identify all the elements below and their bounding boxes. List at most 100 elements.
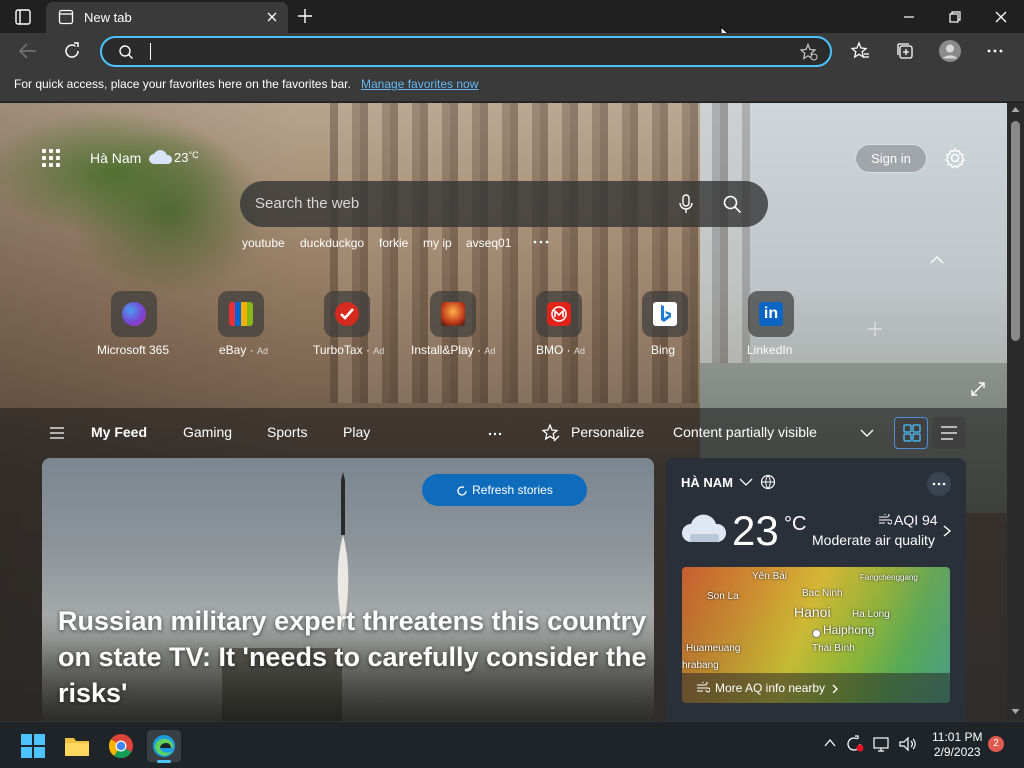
microphone-icon[interactable]	[678, 194, 694, 214]
new-tab-button[interactable]	[296, 7, 314, 25]
quick-link-label-text: Install&Play	[411, 343, 474, 357]
chevron-right-icon[interactable]	[942, 524, 952, 538]
notification-badge[interactable]: 2	[988, 736, 1004, 752]
personalize-button[interactable]: Personalize	[571, 424, 644, 440]
more-tabs-icon[interactable]	[488, 432, 502, 436]
clock-date: 2/9/2023	[933, 745, 981, 759]
air-quality-map[interactable]: Yên Bái Bac Ninh Fangchenggang Son La Ha…	[682, 567, 950, 703]
chevron-right-icon	[831, 683, 839, 695]
sign-in-button[interactable]: Sign in	[855, 144, 927, 173]
weather-location[interactable]: Hà Nam	[90, 150, 141, 166]
weather-card-unit: °C	[784, 513, 807, 535]
map-label: Hanoi	[794, 604, 831, 620]
chrome-icon[interactable]	[104, 730, 138, 762]
tab-actions-icon[interactable]	[14, 8, 32, 26]
refresh-icon	[456, 485, 468, 497]
quick-link-bing[interactable]	[642, 291, 688, 337]
chevron-down-icon[interactable]	[738, 475, 754, 489]
close-window-button[interactable]	[993, 9, 1009, 25]
suggestion-chip[interactable]: my ip	[423, 236, 452, 250]
manage-favorites-link[interactable]: Manage favorites now	[361, 77, 478, 91]
microsoft365-icon	[122, 302, 146, 326]
edge-icon[interactable]	[147, 730, 181, 763]
add-favorite-icon[interactable]	[800, 43, 818, 61]
weather-card-location[interactable]: HÀ NAM	[681, 475, 733, 490]
add-shortcut-icon[interactable]	[866, 320, 884, 338]
content-visibility-select[interactable]: Content partially visible	[673, 424, 817, 440]
profile-avatar[interactable]	[939, 40, 961, 62]
apps-launcher-icon[interactable]	[42, 149, 62, 169]
map-label: Haiphong	[823, 623, 875, 637]
tab-play[interactable]: Play	[343, 424, 370, 440]
settings-more-icon[interactable]	[986, 42, 1004, 60]
collections-icon[interactable]	[895, 41, 915, 61]
quick-link-label-text: LinkedIn	[747, 343, 793, 357]
tab-my-feed[interactable]: My Feed	[91, 424, 147, 440]
weather-more-button[interactable]	[927, 472, 951, 496]
ad-badge: Ad	[257, 346, 269, 356]
more-aq-link[interactable]: More AQ info nearby	[682, 673, 950, 703]
quick-link-microsoft365[interactable]	[111, 291, 157, 337]
tab-sports[interactable]: Sports	[267, 424, 307, 440]
suggestion-chip[interactable]: duckduckgo	[300, 236, 364, 250]
system-clock[interactable]: 11:01 PM 2/9/2023	[932, 730, 982, 760]
suggestion-chip[interactable]: youtube	[242, 236, 285, 250]
globe-icon[interactable]	[760, 474, 776, 490]
scroll-up-icon[interactable]	[1011, 106, 1020, 113]
clock-time: 11:01 PM	[932, 730, 983, 744]
quick-link-label: Install&Play · Ad	[411, 343, 496, 357]
refresh-stories-button[interactable]: Refresh stories	[422, 474, 587, 506]
volume-icon[interactable]	[898, 735, 918, 753]
quick-link-turbotax[interactable]	[324, 291, 370, 337]
page-settings-icon[interactable]	[944, 147, 966, 169]
quick-link-label: Microsoft 365	[97, 343, 169, 357]
tab-gaming[interactable]: Gaming	[183, 424, 232, 440]
new-tab-page-icon	[58, 9, 74, 25]
page-scrollbar[interactable]	[1007, 103, 1024, 721]
map-label: Ha Long	[852, 609, 890, 620]
file-explorer-icon[interactable]	[60, 730, 94, 762]
scrollbar-thumb[interactable]	[1011, 121, 1020, 341]
expand-background-icon[interactable]	[970, 381, 986, 397]
favorites-message: For quick access, place your favorites h…	[14, 77, 351, 91]
ad-badge: Ad	[373, 346, 385, 356]
news-headline[interactable]: Russian military expert threatens this c…	[58, 603, 648, 711]
address-bar[interactable]	[100, 36, 832, 67]
update-icon[interactable]	[845, 735, 865, 753]
network-icon[interactable]	[872, 735, 892, 753]
weather-temp-value: 23	[174, 150, 189, 165]
weather-card[interactable]: HÀ NAM 23 °C AQI 94 Moderate air quality…	[666, 458, 966, 721]
title-bar: New tab	[0, 0, 1024, 46]
search-icon	[118, 44, 134, 60]
back-button[interactable]	[18, 42, 38, 60]
show-hidden-icons-icon[interactable]	[823, 737, 837, 749]
map-label: Thái Bình	[812, 643, 855, 654]
map-label: Fangchenggang	[860, 573, 918, 582]
favorites-icon[interactable]	[850, 41, 870, 61]
favorites-bar: For quick access, place your favorites h…	[0, 69, 1024, 102]
more-suggestions-icon[interactable]	[532, 239, 550, 245]
quick-link-linkedin[interactable]: in	[748, 291, 794, 337]
quick-link-bmo[interactable]	[536, 291, 582, 337]
tab-new-tab[interactable]: New tab	[46, 2, 288, 33]
minimize-button[interactable]	[901, 9, 917, 25]
suggestion-chip[interactable]: avseq01	[466, 236, 511, 250]
close-tab-icon[interactable]	[265, 10, 279, 24]
weather-temp[interactable]: 23°C	[174, 150, 199, 165]
search-submit-icon[interactable]	[722, 194, 742, 214]
scroll-down-icon[interactable]	[1011, 708, 1020, 715]
turbotax-icon	[335, 302, 359, 326]
feed-menu-icon[interactable]	[49, 427, 65, 439]
collapse-chevron-icon[interactable]	[929, 254, 945, 266]
grid-layout-button[interactable]	[894, 417, 928, 449]
start-button[interactable]	[16, 730, 50, 762]
map-label: Son La	[707, 591, 739, 602]
suggestion-chip[interactable]: forkie	[379, 236, 408, 250]
quick-link-installplay[interactable]	[430, 291, 476, 337]
web-search-box[interactable]: Search the web	[240, 181, 768, 227]
chevron-down-icon[interactable]	[860, 428, 874, 438]
refresh-button[interactable]	[62, 41, 82, 61]
restore-button[interactable]	[947, 9, 963, 25]
quick-link-ebay[interactable]	[218, 291, 264, 337]
list-layout-button[interactable]	[932, 417, 966, 449]
